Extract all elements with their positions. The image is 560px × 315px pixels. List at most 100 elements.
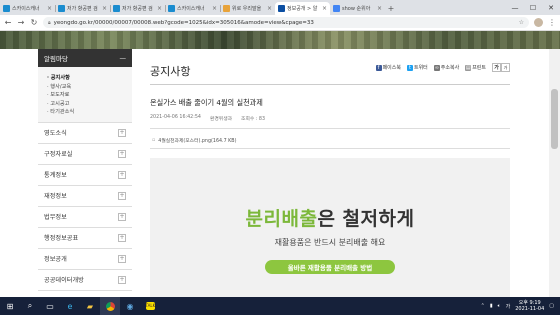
tab-favicon-icon bbox=[278, 5, 285, 12]
tab-close-icon[interactable]: × bbox=[267, 5, 272, 12]
copy-url[interactable]: ∞ 주소복사 bbox=[433, 64, 460, 71]
ime-icon[interactable]: 가 bbox=[506, 303, 511, 310]
expand-plus-icon[interactable]: + bbox=[118, 254, 126, 263]
tray-chevron-icon[interactable]: ⌃ bbox=[481, 303, 485, 309]
hancom-icon[interactable]: ◉ bbox=[120, 297, 140, 315]
print-button[interactable]: ▤ 프린트 bbox=[465, 64, 486, 71]
browser-tab[interactable]: 저가 항공편 검 × bbox=[55, 2, 110, 15]
sidebar-item-label: 공공데이터개방 bbox=[44, 277, 84, 285]
scrollbar-thumb[interactable] bbox=[551, 89, 558, 149]
tab-label: 저가 항공편 검 bbox=[122, 6, 153, 12]
submenu-item-announcements[interactable]: · 고시공고 bbox=[47, 100, 132, 109]
collapse-icon[interactable]: — bbox=[120, 54, 127, 62]
clock[interactable]: 오후 9:19 2021-11-04 bbox=[515, 300, 544, 312]
browser-tab[interactable]: show 순위아 × bbox=[330, 2, 385, 15]
sidebar-item[interactable]: 정보공개 + bbox=[38, 249, 132, 270]
web-page: 알림마당 — · 공지사항 · 행사/교육 · 보도자료 · 고시공고 · 타기… bbox=[0, 49, 549, 297]
tab-label: 저가 항공편 검 bbox=[67, 6, 98, 12]
file-explorer-icon[interactable]: ▰ bbox=[80, 297, 100, 315]
font-size-control: 가 가 bbox=[492, 63, 510, 72]
sidebar-menu-list: 영도소식 + 구정자료실 + 통계정보 + 재정정보 + 법무정보 + 행정정보공표 + 정보공개 + 공공… bbox=[38, 123, 132, 291]
tab-label: 위로 우리말을 bbox=[232, 6, 262, 12]
link-icon: ∞ bbox=[433, 64, 440, 71]
font-decrease-button[interactable]: 가 bbox=[501, 63, 510, 72]
profile-avatar[interactable] bbox=[534, 18, 543, 27]
facebook-share[interactable]: f 페이스북 bbox=[375, 64, 401, 71]
poster-image: 분리배출은 철저하게 재활용품은 반드시 분리배출 해요 올바른 재활용품 분리… bbox=[150, 158, 510, 297]
submenu-item-press[interactable]: · 보도자료 bbox=[47, 91, 132, 100]
edge-icon[interactable]: e bbox=[60, 297, 80, 315]
tab-close-icon[interactable]: × bbox=[102, 5, 107, 12]
tab-close-icon[interactable]: × bbox=[377, 5, 382, 12]
close-window-button[interactable]: ✕ bbox=[542, 0, 560, 15]
sidebar-item[interactable]: 통계정보 + bbox=[38, 165, 132, 186]
sidebar-item[interactable]: 재정정보 + bbox=[38, 186, 132, 207]
browser-tab[interactable]: 정보공개 > 알 × bbox=[275, 2, 330, 15]
title-row: 공지사항 f 페이스북 t 트위터 ∞ 주소복사 ▤ 프린트 가 가 bbox=[150, 49, 510, 85]
tab-close-icon[interactable]: × bbox=[212, 5, 217, 12]
browser-tab[interactable]: 위로 우리말을 × bbox=[220, 2, 275, 15]
facebook-icon: f bbox=[375, 64, 382, 71]
sidebar-submenu: · 공지사항 · 행사/교육 · 보도자료 · 고시공고 · 타기관소식 bbox=[38, 67, 132, 123]
address-bar-row: ← → ↻ 🔒︎ yeongdo.go.kr/00000/00007/00008… bbox=[0, 15, 560, 31]
facebook-label: 페이스북 bbox=[382, 65, 401, 71]
reload-icon[interactable]: ↻ bbox=[30, 18, 38, 27]
tab-close-icon[interactable]: × bbox=[322, 5, 327, 12]
submenu-item-events[interactable]: · 행사/교육 bbox=[47, 83, 132, 92]
maximize-button[interactable]: ☐ bbox=[524, 0, 542, 15]
tab-favicon-icon bbox=[113, 5, 120, 12]
sidebar-item[interactable]: 구정자료실 + bbox=[38, 144, 132, 165]
menu-icon[interactable]: ⋮ bbox=[548, 18, 556, 27]
expand-plus-icon[interactable]: + bbox=[118, 149, 126, 158]
task-view-icon[interactable]: ▭ bbox=[40, 297, 60, 315]
network-icon[interactable]: ▮ bbox=[490, 303, 493, 309]
sidebar-item-label: 영도소식 bbox=[44, 130, 67, 138]
page-scrollbar[interactable] bbox=[549, 49, 560, 297]
tab-label: 정보공개 > 알 bbox=[287, 6, 318, 12]
browser-tab[interactable]: 스카이스캐너 × bbox=[0, 2, 55, 15]
browser-tab[interactable]: 저가 항공편 검 × bbox=[110, 2, 165, 15]
tab-label: show 순위아 bbox=[342, 6, 371, 12]
sidebar-item[interactable]: 영도소식 + bbox=[38, 123, 132, 144]
twitter-share[interactable]: t 트위터 bbox=[406, 64, 428, 71]
url-field[interactable]: 🔒︎ yeongdo.go.kr/00000/00007/00008.web?g… bbox=[43, 17, 529, 28]
tab-close-icon[interactable]: × bbox=[157, 5, 162, 12]
post-meta: 2021-04-06 16:42:54 환경위생과 조회수 : 83 bbox=[150, 115, 510, 129]
volume-icon[interactable]: 🔈︎ bbox=[498, 303, 501, 309]
notification-icon[interactable]: ▢ bbox=[549, 303, 554, 309]
post-dept: 환경위생과 bbox=[209, 117, 233, 122]
expand-plus-icon[interactable]: + bbox=[118, 233, 126, 242]
windows-start-icon[interactable]: ⊞ bbox=[0, 297, 20, 315]
taskbar: ⊞ ⌕ ▭ e ▰ ◉ TALK ⌃ ▮ 🔈︎ 가 오후 9:19 2021-1… bbox=[0, 297, 560, 315]
sidebar-header-label: 알림마당 bbox=[44, 55, 68, 63]
back-icon[interactable]: ← bbox=[4, 18, 12, 27]
sidebar-item[interactable]: 행정정보공표 + bbox=[38, 228, 132, 249]
expand-plus-icon[interactable]: + bbox=[118, 212, 126, 221]
submenu-item-other-agencies[interactable]: · 타기관소식 bbox=[47, 108, 132, 117]
expand-plus-icon[interactable]: + bbox=[118, 128, 126, 137]
chrome-icon[interactable] bbox=[100, 297, 120, 315]
sidebar-item-label: 행정정보공표 bbox=[44, 235, 79, 243]
expand-plus-icon[interactable]: + bbox=[118, 170, 126, 179]
twitter-icon: t bbox=[406, 64, 413, 71]
copy-label: 주소복사 bbox=[440, 65, 460, 71]
poster-headline-dark: 은 철저하게 bbox=[317, 208, 415, 230]
star-icon[interactable]: ☆ bbox=[519, 19, 524, 26]
forward-icon[interactable]: → bbox=[17, 18, 25, 27]
expand-plus-icon[interactable]: + bbox=[118, 275, 126, 284]
font-increase-button[interactable]: 가 bbox=[492, 63, 501, 72]
kakaotalk-icon[interactable]: TALK bbox=[140, 297, 160, 315]
sidebar-item[interactable]: 공공데이터개방 + bbox=[38, 270, 132, 291]
sidebar-item[interactable]: 법무정보 + bbox=[38, 207, 132, 228]
search-icon[interactable]: ⌕ bbox=[20, 297, 40, 315]
submenu-item-notice[interactable]: · 공지사항 bbox=[47, 74, 132, 83]
url-text: yeongdo.go.kr/00000/00007/00008.web?gcod… bbox=[53, 19, 314, 26]
new-tab-button[interactable]: + bbox=[385, 2, 397, 15]
attachment-link[interactable]: 4월실천과제(포스터).png(164.7 KB) bbox=[158, 137, 236, 144]
minimize-button[interactable]: — bbox=[506, 0, 524, 15]
browser-tab[interactable]: 스카이스캐너 × bbox=[165, 2, 220, 15]
sidebar-header[interactable]: 알림마당 — bbox=[38, 49, 132, 67]
tab-close-icon[interactable]: × bbox=[47, 5, 52, 12]
expand-plus-icon[interactable]: + bbox=[118, 191, 126, 200]
page-title: 공지사항 bbox=[150, 65, 191, 78]
